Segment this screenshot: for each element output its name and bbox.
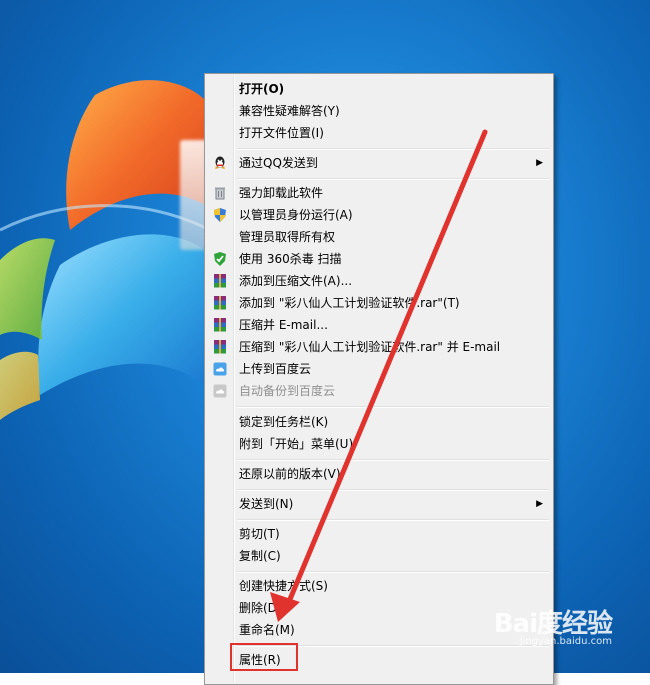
annotation-highlight-box (230, 643, 298, 671)
watermark-logo-text: Bai度经验 (493, 609, 613, 639)
baidu-jingyan-watermark: Bai度经验 jingyan.baidu.com (493, 603, 613, 647)
annotation-arrow (270, 129, 488, 622)
